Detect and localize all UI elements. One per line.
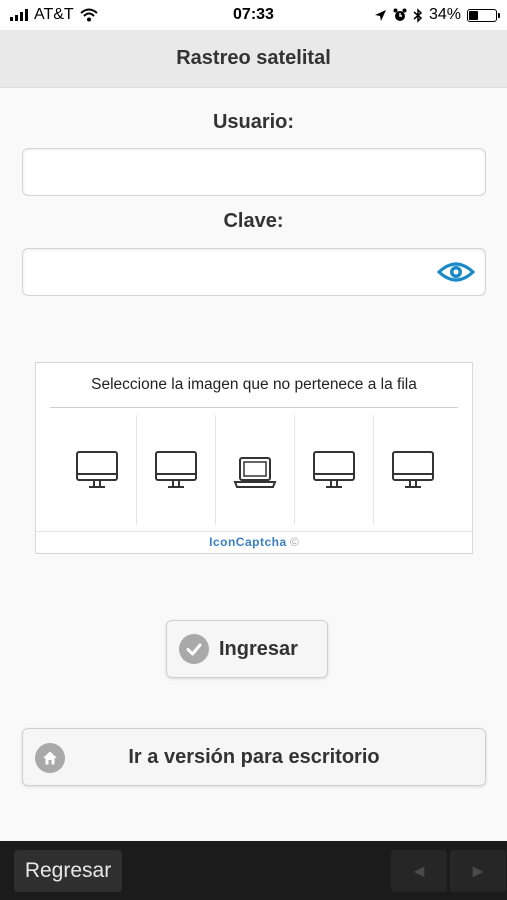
status-left: AT&T bbox=[10, 6, 98, 24]
captcha-instruction: Seleccione la imagen que no pertenece a … bbox=[91, 376, 417, 393]
captcha-option-4[interactable] bbox=[294, 415, 373, 525]
battery-icon bbox=[467, 8, 500, 22]
prev-button[interactable]: ◄ bbox=[391, 850, 447, 892]
captcha-option-1[interactable] bbox=[58, 415, 136, 525]
home-icon bbox=[35, 743, 65, 773]
back-button[interactable]: Regresar bbox=[14, 850, 122, 892]
monitor-icon bbox=[155, 451, 197, 488]
desktop-version-button[interactable]: Ir a versión para escritorio bbox=[22, 728, 486, 786]
captcha-footer: IconCaptcha © bbox=[36, 531, 472, 553]
location-icon bbox=[374, 9, 386, 21]
bluetooth-icon bbox=[413, 7, 423, 23]
eye-icon[interactable] bbox=[437, 260, 475, 284]
alarm-icon bbox=[393, 8, 407, 21]
monitor-icon bbox=[313, 451, 355, 488]
status-bar: AT&T 07:33 34% bbox=[0, 0, 507, 30]
desktop-version-label: Ir a versión para escritorio bbox=[128, 745, 380, 768]
carrier-label: AT&T bbox=[34, 6, 74, 23]
captcha-option-3[interactable] bbox=[215, 415, 294, 525]
page-title: Rastreo satelital bbox=[0, 30, 507, 88]
signal-icon bbox=[10, 9, 28, 21]
captcha-divider bbox=[50, 407, 458, 408]
battery-fill bbox=[469, 10, 478, 20]
captcha-option-2[interactable] bbox=[136, 415, 215, 525]
icon-captcha: Seleccione la imagen que no pertenece a … bbox=[35, 362, 473, 554]
captcha-options bbox=[58, 415, 452, 525]
status-right: 34% bbox=[374, 6, 500, 24]
captcha-brand[interactable]: IconCaptcha bbox=[209, 535, 287, 549]
monitor-icon bbox=[392, 451, 434, 488]
password-label: Clave: bbox=[223, 210, 284, 232]
battery-percent: 34% bbox=[428, 6, 461, 23]
laptop-icon bbox=[233, 457, 277, 488]
login-button[interactable]: Ingresar bbox=[166, 620, 328, 678]
check-icon bbox=[179, 634, 209, 664]
password-input[interactable] bbox=[22, 248, 486, 296]
captcha-copyright: © bbox=[290, 535, 299, 549]
login-button-label: Ingresar bbox=[219, 637, 298, 660]
monitor-icon bbox=[76, 451, 118, 488]
captcha-option-5[interactable] bbox=[373, 415, 452, 525]
user-label: Usuario: bbox=[212, 111, 295, 133]
user-input[interactable] bbox=[22, 148, 486, 196]
next-button[interactable]: ► bbox=[450, 850, 506, 892]
wifi-icon bbox=[80, 8, 98, 22]
footer-toolbar: Regresar ◄ ► bbox=[0, 841, 507, 900]
